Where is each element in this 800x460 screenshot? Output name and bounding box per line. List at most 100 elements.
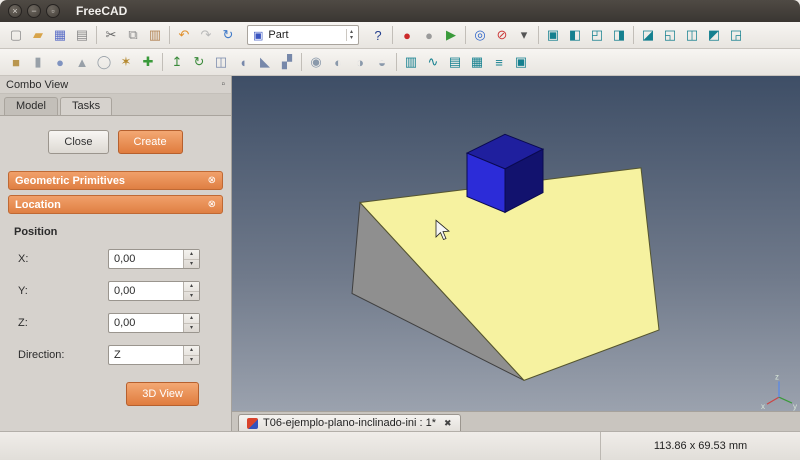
close-tab-icon[interactable]: ✖ <box>444 418 452 429</box>
cut-icon[interactable]: ✂ <box>100 24 122 46</box>
view-top-icon[interactable]: ◰ <box>586 24 608 46</box>
workbench-dropdown-arrows-icon[interactable]: ▴ ▾ <box>346 29 356 41</box>
direction-value[interactable]: Z <box>109 346 183 364</box>
part-torus-icon[interactable]: ◯ <box>93 51 115 73</box>
undo-icon[interactable]: ↶ <box>173 24 195 46</box>
close-button[interactable]: Close <box>48 130 108 154</box>
spin-up-icon[interactable]: ▴ <box>184 314 199 324</box>
spin-down-icon[interactable]: ▾ <box>184 324 199 333</box>
toolbar-separator <box>162 53 163 71</box>
part-primitives-icon[interactable]: ✶ <box>115 51 137 73</box>
view-front-icon[interactable]: ◧ <box>564 24 586 46</box>
part-mirror-icon[interactable]: ◫ <box>210 51 232 73</box>
zoom-fit-icon[interactable]: ◎ <box>469 24 491 46</box>
toolbar-separator <box>169 26 170 44</box>
paste-icon[interactable]: ▥ <box>144 24 166 46</box>
view-sync-icon[interactable]: ◲ <box>725 24 747 46</box>
part-sphere-icon[interactable]: ● <box>49 51 71 73</box>
part-boolean-icon[interactable]: ◉ <box>305 51 327 73</box>
direction-dropdown-arrows[interactable]: ▴ ▾ <box>183 346 199 364</box>
y-value[interactable]: 0,00 <box>109 282 183 300</box>
minimize-window-button[interactable]: − <box>27 4 41 18</box>
workbench-selector[interactable]: ▣ Part ▴ ▾ <box>247 25 359 45</box>
save-document-icon[interactable]: ▦ <box>49 24 71 46</box>
z-spinner[interactable]: ▴ ▾ <box>183 314 199 332</box>
open-document-icon[interactable]: ▰ <box>27 24 49 46</box>
part-cylinder-icon[interactable]: ▮ <box>27 51 49 73</box>
3d-scene[interactable]: x y z <box>232 76 800 411</box>
window-title: FreeCAD <box>76 4 127 18</box>
copy-icon[interactable]: ⧉ <box>122 24 144 46</box>
workbench-icon: ▣ <box>253 29 263 42</box>
y-input[interactable]: 0,00 ▴ ▾ <box>108 281 200 301</box>
part-revolve-icon[interactable]: ↻ <box>188 51 210 73</box>
dock-icon[interactable]: ▫ <box>221 79 225 90</box>
maximize-window-button[interactable]: ▫ <box>46 4 60 18</box>
part-offset-icon[interactable]: ≡ <box>488 51 510 73</box>
close-window-button[interactable]: × <box>8 4 22 18</box>
spin-down-icon[interactable]: ▾ <box>184 260 199 269</box>
whats-this-icon[interactable]: ? <box>367 24 389 46</box>
spin-down-icon[interactable]: ▾ <box>184 292 199 301</box>
macro-stop-icon[interactable]: ● <box>418 24 440 46</box>
part-common-icon[interactable]: ◒ <box>371 51 393 73</box>
x-input[interactable]: 0,00 ▴ ▾ <box>108 249 200 269</box>
3d-viewport[interactable]: x y z <box>232 76 800 411</box>
view-left-icon[interactable]: ◫ <box>681 24 703 46</box>
macro-record-icon[interactable]: ● <box>396 24 418 46</box>
x-spinner[interactable]: ▴ ▾ <box>183 250 199 268</box>
part-cross-sections-icon[interactable]: ▦ <box>466 51 488 73</box>
z-value[interactable]: 0,00 <box>109 314 183 332</box>
create-button[interactable]: Create <box>118 130 183 154</box>
redo-icon[interactable]: ↷ <box>195 24 217 46</box>
new-document-icon[interactable]: ▢ <box>5 24 27 46</box>
spin-down-icon[interactable]: ▾ <box>350 35 353 41</box>
section-location[interactable]: Location ⊗ <box>8 195 223 214</box>
macro-play-icon[interactable]: ▶ <box>440 24 462 46</box>
x-value[interactable]: 0,00 <box>109 250 183 268</box>
part-section-icon[interactable]: ▤ <box>444 51 466 73</box>
view-axonometric-icon[interactable]: ◩ <box>703 24 725 46</box>
collapse-icon[interactable]: ⊗ <box>208 199 216 210</box>
refresh-icon[interactable]: ↻ <box>217 24 239 46</box>
spin-up-icon[interactable]: ▴ <box>184 346 199 356</box>
part-extrude-icon[interactable]: ↥ <box>166 51 188 73</box>
freecad-document-icon <box>247 418 258 429</box>
view-isometric-icon[interactable]: ▣ <box>542 24 564 46</box>
part-cone-icon[interactable]: ▲ <box>71 51 93 73</box>
collapse-icon[interactable]: ⊗ <box>208 175 216 186</box>
view-rear-icon[interactable]: ◪ <box>637 24 659 46</box>
view-right-icon[interactable]: ◨ <box>608 24 630 46</box>
spin-up-icon[interactable]: ▴ <box>184 250 199 260</box>
document-tab[interactable]: T06-ejemplo-plano-inclinado-ini : 1* ✖ <box>238 414 461 431</box>
view-bottom-icon[interactable]: ◱ <box>659 24 681 46</box>
part-cut-icon[interactable]: ◐ <box>327 51 349 73</box>
draw-style-icon[interactable]: ⊘ <box>491 24 513 46</box>
3d-view-button[interactable]: 3D View <box>126 382 199 406</box>
tab-tasks[interactable]: Tasks <box>60 97 112 115</box>
form-row-direction: Direction: Z ▴ ▾ <box>18 345 223 365</box>
part-thickness-icon[interactable]: ▣ <box>510 51 532 73</box>
part-union-icon[interactable]: ◑ <box>349 51 371 73</box>
part-fillet-icon[interactable]: ◖ <box>232 51 254 73</box>
draw-style-caret-icon[interactable]: ▾ <box>513 24 535 46</box>
part-shapebuilder-icon[interactable]: ✚ <box>137 51 159 73</box>
toolbar-separator <box>633 26 634 44</box>
section-geometric-primitives[interactable]: Geometric Primitives ⊗ <box>8 171 223 190</box>
spin-down-icon[interactable]: ▾ <box>184 356 199 365</box>
part-chamfer-icon[interactable]: ◣ <box>254 51 276 73</box>
titlebar[interactable]: × − ▫ FreeCAD <box>0 0 800 22</box>
part-sweep-icon[interactable]: ∿ <box>422 51 444 73</box>
window-controls: × − ▫ <box>8 4 60 18</box>
direction-select[interactable]: Z ▴ ▾ <box>108 345 200 365</box>
part-ruled-surface-icon[interactable]: ▞ <box>276 51 298 73</box>
tab-model[interactable]: Model <box>4 97 58 115</box>
part-loft-icon[interactable]: ▥ <box>400 51 422 73</box>
axis-z-label: z <box>775 372 779 381</box>
z-input[interactable]: 0,00 ▴ ▾ <box>108 313 200 333</box>
y-spinner[interactable]: ▴ ▾ <box>183 282 199 300</box>
print-icon[interactable]: ▤ <box>71 24 93 46</box>
part-box-icon[interactable]: ■ <box>5 51 27 73</box>
spin-up-icon[interactable]: ▴ <box>184 282 199 292</box>
toolbar-separator <box>96 26 97 44</box>
